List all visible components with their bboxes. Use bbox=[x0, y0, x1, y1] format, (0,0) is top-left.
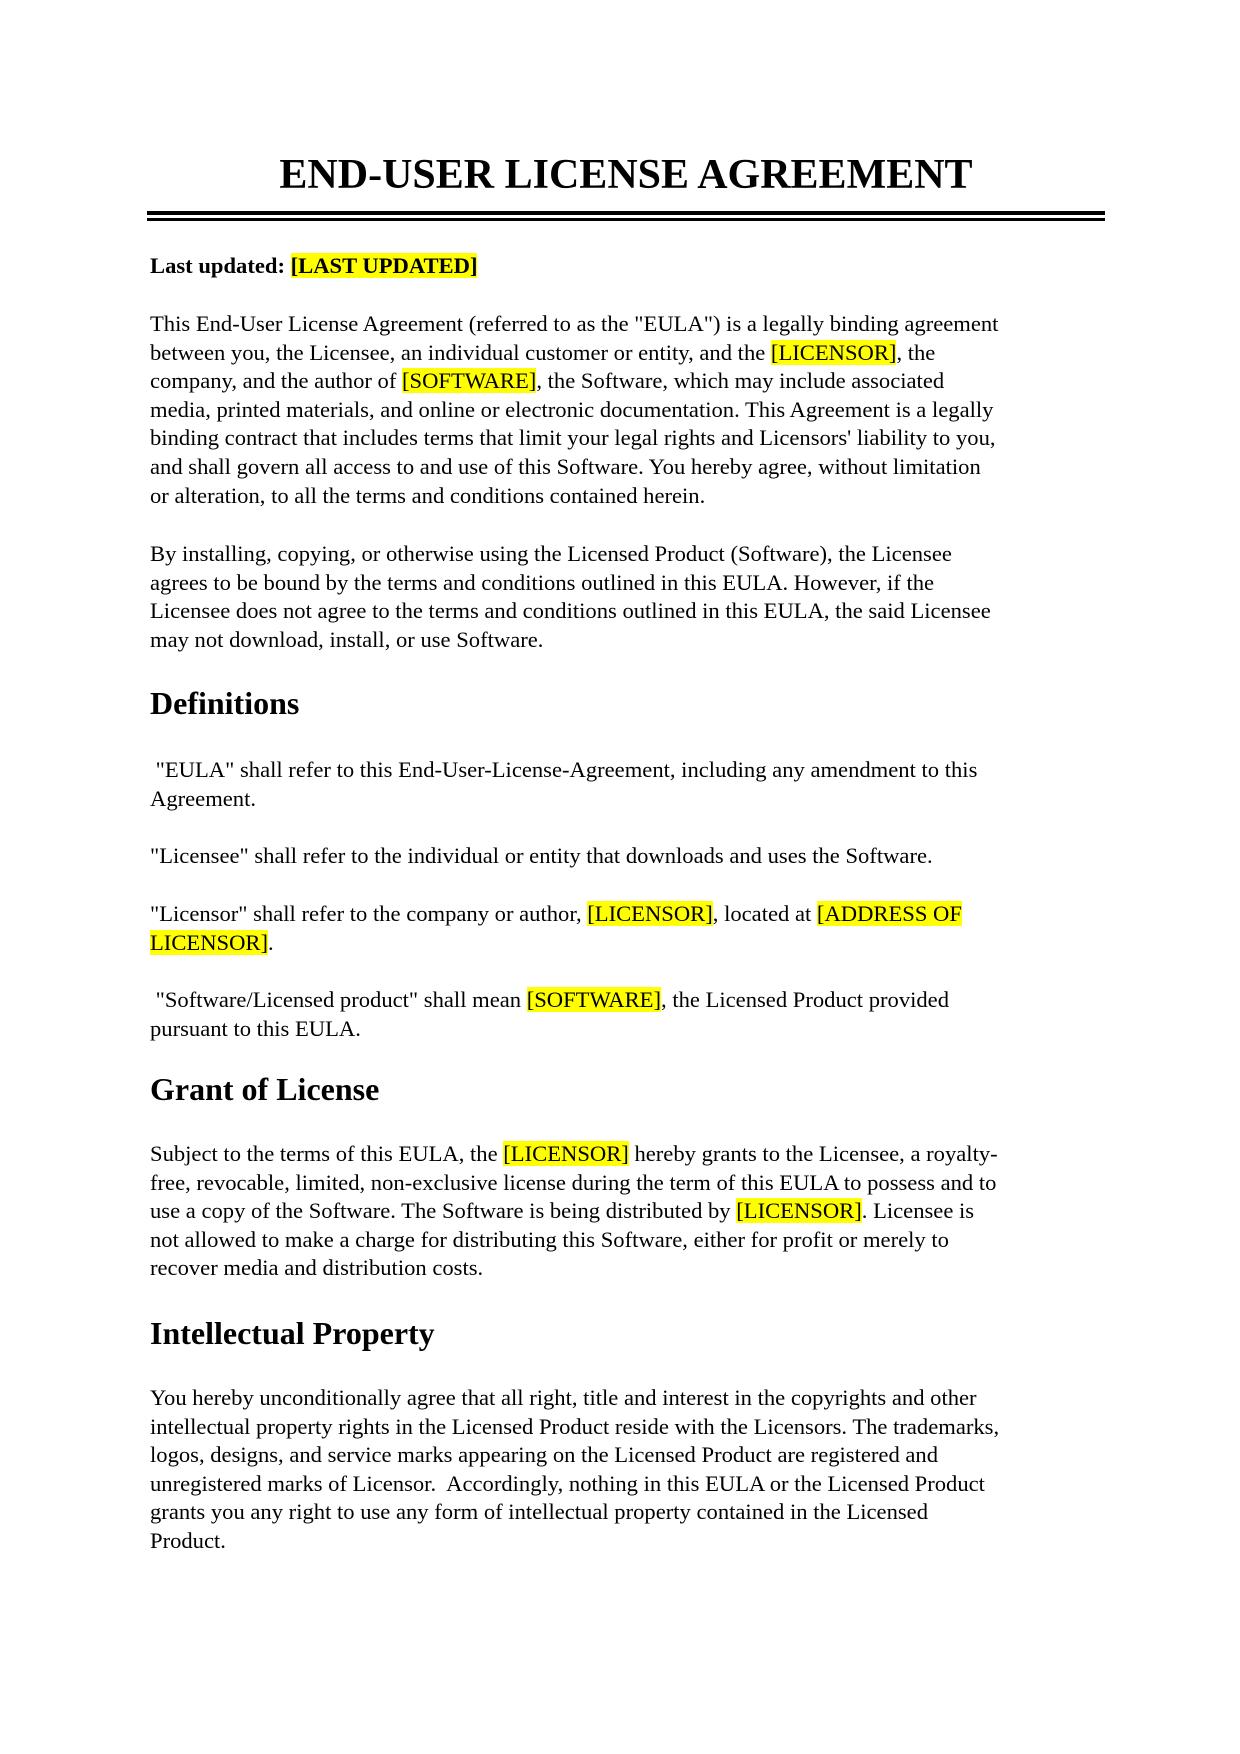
last-updated-label: Last updated: bbox=[150, 253, 291, 278]
text-line: grants you any right to use any form of … bbox=[150, 1499, 928, 1525]
text-line: and shall govern all access to and use o… bbox=[150, 453, 981, 479]
text-line: Licensee does not agree to the terms and… bbox=[150, 598, 991, 624]
text-line: This End-User License Agreement (referre… bbox=[150, 311, 999, 336]
text-line: By installing, copying, or otherwise usi… bbox=[150, 541, 952, 566]
text-run: , located at bbox=[712, 901, 817, 926]
text-line: unregistered marks of Licensor. Accordin… bbox=[150, 1470, 985, 1496]
text-line: between you, the Licensee, an individual… bbox=[150, 339, 1100, 368]
grant-paragraph: Subject to the terms of this EULA, the [… bbox=[150, 1140, 1100, 1283]
licensor-placeholder: [LICENSOR] bbox=[587, 901, 713, 926]
text-line: free, revocable, limited, non-exclusive … bbox=[150, 1169, 997, 1195]
definition-licensee: "Licensee" shall refer to the individual… bbox=[150, 842, 1100, 871]
text-line: use a copy of the Software. The Software… bbox=[150, 1197, 1100, 1226]
text-line: or alteration, to all the terms and cond… bbox=[150, 482, 706, 508]
text-line: LICENSOR]. bbox=[150, 929, 1100, 958]
text-run: , the Licensed Product provided bbox=[661, 987, 950, 1012]
text-run: . Licensee is bbox=[861, 1198, 975, 1224]
licensor-placeholder: [LICENSOR] bbox=[736, 1198, 862, 1224]
intro-paragraph-1: This End-User License Agreement (referre… bbox=[150, 310, 1100, 510]
text-line: recover media and distribution costs. bbox=[150, 1255, 484, 1281]
document-title: END-USER LICENSE AGREEMENT bbox=[279, 152, 973, 198]
heading-definitions: Definitions bbox=[150, 685, 300, 721]
text-line: "Software/Licensed product" shall mean [… bbox=[150, 986, 1100, 1015]
text-line: agrees to be bound by the terms and cond… bbox=[150, 569, 935, 595]
licensor-placeholder: [LICENSOR] bbox=[770, 339, 897, 365]
software-placeholder: [SOFTWARE] bbox=[526, 987, 662, 1012]
text-line: "Licensee" shall refer to the individual… bbox=[150, 843, 933, 868]
text-run: "Licensor" shall refer to the company or… bbox=[150, 901, 588, 926]
definition-software: "Software/Licensed product" shall mean [… bbox=[150, 986, 1100, 1043]
text-line: intellectual property rights in the Lice… bbox=[150, 1413, 1000, 1439]
software-placeholder: [SOFTWARE] bbox=[402, 368, 537, 394]
last-updated-placeholder: [LAST UPDATED] bbox=[290, 253, 478, 278]
text-run: company, and the author of bbox=[150, 368, 403, 394]
document-page: END-USER LICENSE AGREEMENT Last updated:… bbox=[0, 0, 1240, 1754]
licensor-placeholder: [LICENSOR] bbox=[503, 1141, 629, 1166]
title-rule-thin bbox=[147, 218, 1105, 221]
text-run: Subject to the terms of this EULA, the bbox=[150, 1141, 504, 1166]
intro-paragraph-2: By installing, copying, or otherwise usi… bbox=[150, 540, 1100, 654]
heading-intellectual-property: Intellectual Property bbox=[150, 1315, 435, 1351]
text-run: "Software/Licensed product" shall mean bbox=[150, 987, 527, 1012]
text-line: You hereby unconditionally agree that al… bbox=[150, 1385, 977, 1410]
text-line: may not download, install, or use Softwa… bbox=[150, 626, 544, 652]
last-updated-line: Last updated: [LAST UPDATED] bbox=[150, 252, 1100, 281]
text-run: , the bbox=[896, 339, 936, 365]
text-line: company, and the author of [SOFTWARE], t… bbox=[150, 367, 1100, 396]
text-line: logos, designs, and service marks appear… bbox=[150, 1442, 939, 1468]
text-line: "Licensor" shall refer to the company or… bbox=[150, 900, 1100, 929]
address-placeholder: [ADDRESS OF bbox=[816, 901, 962, 926]
text-run: , the Software, which may include associ… bbox=[536, 368, 945, 394]
text-line: "EULA" shall refer to this End-User-Lice… bbox=[150, 757, 978, 782]
text-run: hereby grants to the Licensee, a royalty… bbox=[628, 1141, 998, 1166]
ip-paragraph: You hereby unconditionally agree that al… bbox=[150, 1384, 1100, 1556]
definition-eula: "EULA" shall refer to this End-User-Lice… bbox=[150, 756, 1100, 813]
text-run: between you, the Licensee, an individual… bbox=[150, 339, 771, 365]
title-rule-thick bbox=[147, 211, 1105, 215]
text-line: media, printed materials, and online or … bbox=[150, 396, 994, 422]
text-line: Subject to the terms of this EULA, the [… bbox=[150, 1140, 1100, 1169]
text-line: binding contract that includes terms tha… bbox=[150, 425, 996, 451]
text-run: . bbox=[268, 929, 274, 955]
text-line: Product. bbox=[150, 1527, 226, 1553]
text-line: not allowed to make a charge for distrib… bbox=[150, 1226, 949, 1252]
text-line: pursuant to this EULA. bbox=[150, 1015, 361, 1041]
address-placeholder: LICENSOR] bbox=[150, 929, 268, 955]
text-line: Agreement. bbox=[150, 785, 257, 811]
text-run: use a copy of the Software. The Software… bbox=[150, 1198, 737, 1224]
definition-licensor: "Licensor" shall refer to the company or… bbox=[150, 900, 1100, 957]
heading-grant-of-license: Grant of License bbox=[150, 1071, 380, 1107]
